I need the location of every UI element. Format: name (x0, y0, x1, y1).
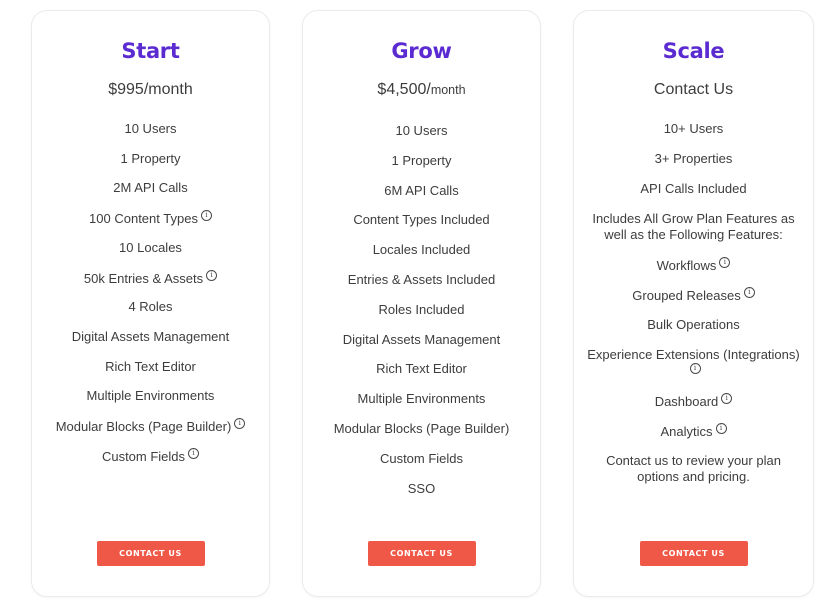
plan-price: $4,500/month (303, 81, 540, 99)
feature-label: Includes All Grow Plan Features as well … (592, 211, 795, 242)
feature-label: Grouped Releases (632, 288, 741, 303)
feature-label: Custom Fields (379, 450, 464, 466)
feature-label: 1 Property (120, 150, 181, 166)
info-icon[interactable]: i (715, 423, 727, 434)
feature-item: Digital Assets Management (307, 332, 536, 348)
feature-item: Rich Text Editor (307, 361, 536, 377)
feature-item: SSO (307, 481, 536, 497)
feature-label: 10 Users (395, 123, 448, 138)
feature-item: Workflows i (578, 257, 809, 274)
feature-label: 3+ Properties (654, 151, 733, 166)
feature-item: 3+ Properties (578, 151, 809, 167)
feature-label: 10 Users (124, 121, 177, 136)
plan-title: Start (121, 39, 180, 63)
feature-item: API Calls Included (578, 181, 809, 197)
feature-item: 1 Property (36, 151, 265, 167)
feature-item: Digital Assets Management (36, 329, 265, 345)
feature-item: Entries & Assets Included (307, 272, 536, 288)
feature-item: Roles Included (307, 302, 536, 318)
feature-label: Rich Text Editor (105, 358, 196, 374)
feature-item: Analytics i (578, 423, 809, 440)
feature-label: 6M API Calls (384, 182, 459, 198)
feature-item: Experience Extensions (Integrations)i (586, 347, 801, 380)
feature-item: 1 Property (307, 153, 536, 169)
feature-label: Analytics (660, 424, 713, 439)
price-amount: $995/month (108, 81, 193, 98)
info-icon[interactable]: i (200, 210, 212, 222)
price-amount: $4,500/ (377, 81, 431, 98)
feature-item: Dashboard i (578, 393, 809, 410)
feature-label: Custom Fields (101, 448, 186, 464)
feature-label: 2M API Calls (113, 180, 188, 196)
feature-item: 10 Locales (36, 240, 265, 256)
feature-label: Modular Blocks (Page Builder) (55, 419, 232, 434)
feature-item: 10 Users (36, 121, 265, 137)
feature-item: Multiple Environments (307, 391, 536, 407)
feature-label: Locales Included (372, 242, 471, 258)
feature-label: Rich Text Editor (376, 361, 467, 377)
feature-label: Digital Assets Management (342, 331, 501, 347)
feature-label: 1 Property (391, 152, 452, 168)
price-unit: month (430, 83, 466, 97)
info-icon[interactable]: i (188, 447, 200, 459)
feature-item: 2M API Calls (36, 180, 265, 196)
feature-label: Content Types Included (353, 212, 490, 228)
feature-label: 4 Roles (128, 299, 173, 315)
plan-price: $995/month (32, 81, 269, 99)
plan-card-scale: Scale Contact Us 10+ Users 3+ Properties A… (573, 10, 814, 597)
feature-label: 100 Content Types (89, 211, 198, 227)
info-icon[interactable]: i (689, 363, 701, 374)
feature-item: Bulk Operations (578, 317, 809, 333)
feature-item: Content Types Included (307, 212, 536, 228)
feature-label: Workflows (656, 258, 717, 273)
plan-title: Scale (662, 39, 725, 63)
info-icon[interactable]: i (743, 287, 755, 298)
feature-label: Entries & Assets Included (347, 272, 496, 287)
plan-title: Grow (391, 39, 452, 63)
feature-item: Custom Fields i (36, 447, 265, 465)
feature-label: Multiple Environments (357, 391, 486, 407)
feature-label: Contact us to review your plan options a… (606, 453, 781, 484)
feature-item: Locales Included (307, 242, 536, 258)
info-icon[interactable]: i (721, 393, 733, 404)
price-amount: Contact Us (653, 81, 734, 98)
feature-item: 4 Roles (36, 299, 265, 315)
info-icon[interactable]: i (234, 418, 246, 429)
feature-item: Modular Blocks (Page Builder) (307, 421, 536, 437)
contact-us-button[interactable]: CONTACT US (639, 541, 748, 566)
feature-item: 6M API Calls (307, 183, 536, 199)
plan-card-grow: Grow $4,500/month 10 Users 1 Property 6M A… (302, 10, 541, 597)
feature-item: Grouped Releases i (578, 287, 809, 304)
feature-label: Modular Blocks (Page Builder) (333, 421, 510, 436)
feature-label: Multiple Environments (86, 388, 215, 404)
info-icon[interactable]: i (206, 269, 218, 281)
feature-label: Dashboard (654, 394, 719, 409)
feature-label: Experience Extensions (Integrations) (587, 347, 800, 362)
feature-label: Digital Assets Management (71, 328, 230, 344)
feature-item: Contact us to review your plan options a… (586, 453, 801, 485)
feature-item: 50k Entries & Assets i (36, 269, 265, 287)
feature-item: Multiple Environments (36, 388, 265, 404)
feature-label: SSO (407, 480, 436, 496)
feature-item: 100 Content Types i (36, 210, 265, 227)
plan-card-start: Start $995/month 10 Users 1 Property 2M AP… (31, 10, 270, 597)
feature-label: 10+ Users (663, 121, 724, 136)
feature-label: Bulk Operations (647, 317, 740, 332)
feature-item: Modular Blocks (Page Builder) i (36, 418, 265, 435)
feature-item: 10+ Users (578, 121, 809, 137)
info-icon[interactable]: i (719, 257, 731, 268)
feature-label: 10 Locales (119, 239, 182, 255)
feature-item: Rich Text Editor (36, 359, 265, 375)
feature-label: 50k Entries & Assets (83, 270, 204, 286)
feature-item: Custom Fields (307, 451, 536, 467)
feature-label: API Calls Included (640, 181, 747, 196)
feature-item: Includes All Grow Plan Features as well … (586, 211, 801, 243)
contact-us-button[interactable]: CONTACT US (367, 541, 476, 566)
plan-price: Contact Us (574, 81, 813, 99)
feature-label: Roles Included (378, 301, 465, 317)
feature-item: 10 Users (307, 123, 536, 139)
contact-us-button[interactable]: CONTACT US (96, 541, 205, 566)
